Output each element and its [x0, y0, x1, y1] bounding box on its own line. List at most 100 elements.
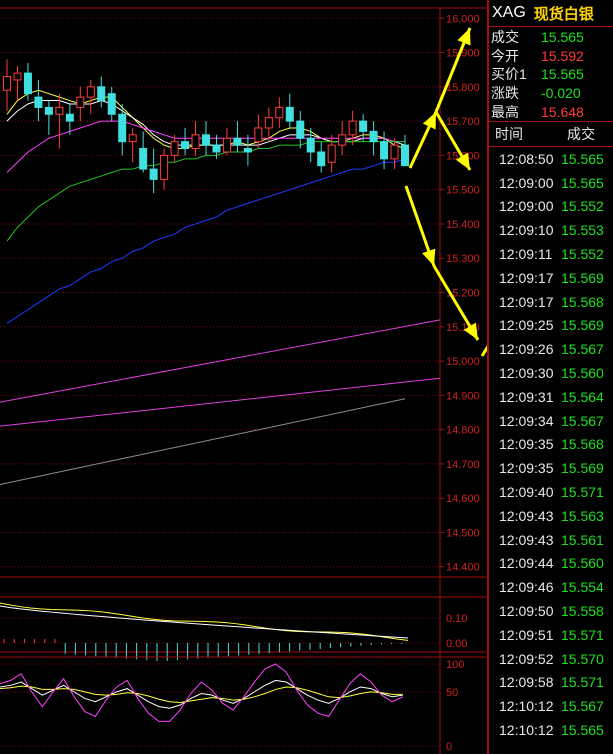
tick-price: 15.558: [561, 603, 604, 619]
quote-value: 15.565: [541, 66, 584, 83]
candle-body: [44, 106, 53, 115]
axis-label: 15.400: [446, 219, 480, 231]
candle-body: [23, 72, 32, 95]
tick-time: 12:09:43: [499, 531, 554, 548]
candle-body: [306, 137, 315, 153]
tick-price: 15.553: [561, 222, 604, 239]
kdj-panel: 100 50 0: [0, 656, 486, 753]
candle-body: [107, 93, 116, 115]
candle-body: [34, 96, 43, 108]
candle-body: [338, 134, 347, 146]
tick-time: 12:09:50: [499, 603, 554, 619]
kdj-line: [0, 663, 404, 722]
tick-row: 12:09:10 15.553: [489, 218, 613, 242]
ma-line: [6, 158, 406, 324]
tick-row: 12:09:44 15.560: [489, 552, 613, 576]
quote-panel: XAG 现货白银 成交 15.565 今开 15.592 买价1 15.565 涨跌 -0.0…: [487, 0, 613, 754]
tick-row: 12:09:35 15.569: [489, 456, 613, 480]
quote-row: 最高 15.648: [489, 102, 613, 121]
quote-value: 15.592: [541, 47, 584, 64]
tick-list[interactable]: 12:08:50 15.565 12:09:00 15.565 12:09:00 15.5…: [489, 147, 613, 742]
axis-label: 0.10: [446, 613, 467, 625]
candle-body: [222, 137, 231, 153]
tick-row: 12:09:25 15.569: [489, 314, 613, 338]
quote-label: 成交: [491, 29, 519, 46]
symbol-name: 现货白银: [533, 5, 594, 23]
tick-price: 15.554: [561, 579, 604, 596]
quote-list: 成交 15.565 今开 15.592 买价1 15.565 涨跌 -0.020 最高 15.64…: [489, 27, 613, 122]
axis-label: 14.900: [446, 390, 480, 402]
tick-price: 15.565: [561, 721, 604, 738]
tick-price: 15.565: [561, 150, 604, 167]
quote-row: 今开 15.592: [489, 47, 613, 66]
tick-time: 12:10:12: [499, 698, 554, 715]
tick-row: 12:09:40 15.571: [489, 480, 613, 504]
tick-price: 15.568: [561, 436, 604, 453]
tick-row: 12:10:12 15.567: [489, 694, 613, 718]
signal-line: [0, 605, 409, 639]
candle-body: [170, 141, 179, 156]
tick-header-price: 成交: [567, 125, 595, 142]
tick-time: 12:09:30: [499, 365, 554, 382]
tick-price: 15.552: [561, 198, 604, 215]
tick-price: 15.569: [561, 269, 604, 286]
long-ma-line: [0, 398, 406, 485]
tick-time: 12:09:35: [499, 436, 554, 453]
axis-label: 14.500: [446, 527, 480, 539]
candlesticks: [3, 59, 409, 194]
macd-panel: 0.10 0.00: [0, 596, 486, 661]
tick-time: 12:09:44: [499, 555, 554, 572]
tick-row: 12:09:26 15.567: [489, 337, 613, 361]
quote-row: 买价1 15.565: [489, 65, 613, 84]
quote-value: -0.020: [541, 85, 581, 102]
tick-price: 15.571: [561, 626, 604, 643]
tick-time: 12:09:40: [499, 484, 554, 501]
candle-body: [76, 96, 85, 108]
candle-body: [118, 113, 127, 143]
axis-label: 14.700: [446, 459, 480, 471]
tick-price: 15.552: [561, 246, 604, 263]
candle-body: [275, 106, 284, 119]
tick-row: 12:09:30 15.560: [489, 361, 613, 385]
tick-row: 12:09:35 15.568: [489, 433, 613, 457]
tick-row: 12:09:46 15.554: [489, 575, 613, 599]
candle-body: [348, 120, 357, 136]
candle-body: [369, 130, 378, 143]
tick-time: 12:08:50: [499, 150, 554, 167]
candle-body: [86, 86, 95, 98]
symbol-code: XAG: [492, 4, 526, 21]
arrow-down-short-head: [422, 248, 436, 266]
axis-label: 15.700: [446, 116, 480, 128]
tick-price: 15.565: [561, 174, 604, 191]
axis-label: 50: [446, 687, 458, 699]
tick-row: 12:10:12 15.565: [489, 718, 613, 742]
tick-time: 12:09:00: [499, 198, 554, 215]
candle-body: [212, 144, 221, 153]
tick-price: 15.561: [561, 531, 604, 548]
tick-header-time: 时间: [495, 125, 523, 142]
candle-body: [181, 141, 190, 150]
symbol-header: XAG 现货白银: [489, 0, 613, 27]
tick-row: 12:09:00 15.552: [489, 195, 613, 219]
axis-label: 100: [446, 659, 464, 671]
axis-label: 15.500: [446, 185, 480, 197]
candle-body: [139, 148, 148, 170]
axis-label: 0: [446, 741, 452, 753]
axis-label: 15.300: [446, 253, 480, 265]
quote-label: 今开: [491, 47, 519, 64]
kline-chart[interactable]: 16.00015.90015.80015.70015.60015.50015.4…: [0, 0, 487, 754]
candle-body: [380, 141, 389, 160]
candle-body: [243, 148, 252, 153]
candle-body: [296, 120, 305, 139]
candle-body: [97, 86, 106, 102]
quote-label: 买价1: [491, 66, 527, 83]
candle-body: [285, 106, 294, 122]
tick-time: 12:10:12: [499, 721, 554, 738]
tick-row: 12:09:34 15.567: [489, 409, 613, 433]
quote-value: 15.565: [541, 29, 584, 46]
tick-price: 15.560: [561, 365, 604, 382]
axis-label: 16.000: [446, 13, 480, 25]
tick-price: 15.571: [561, 484, 604, 501]
price-axis: 16.00015.90015.80015.70015.60015.50015.4…: [440, 13, 480, 574]
axis-label: 15.000: [446, 356, 480, 368]
